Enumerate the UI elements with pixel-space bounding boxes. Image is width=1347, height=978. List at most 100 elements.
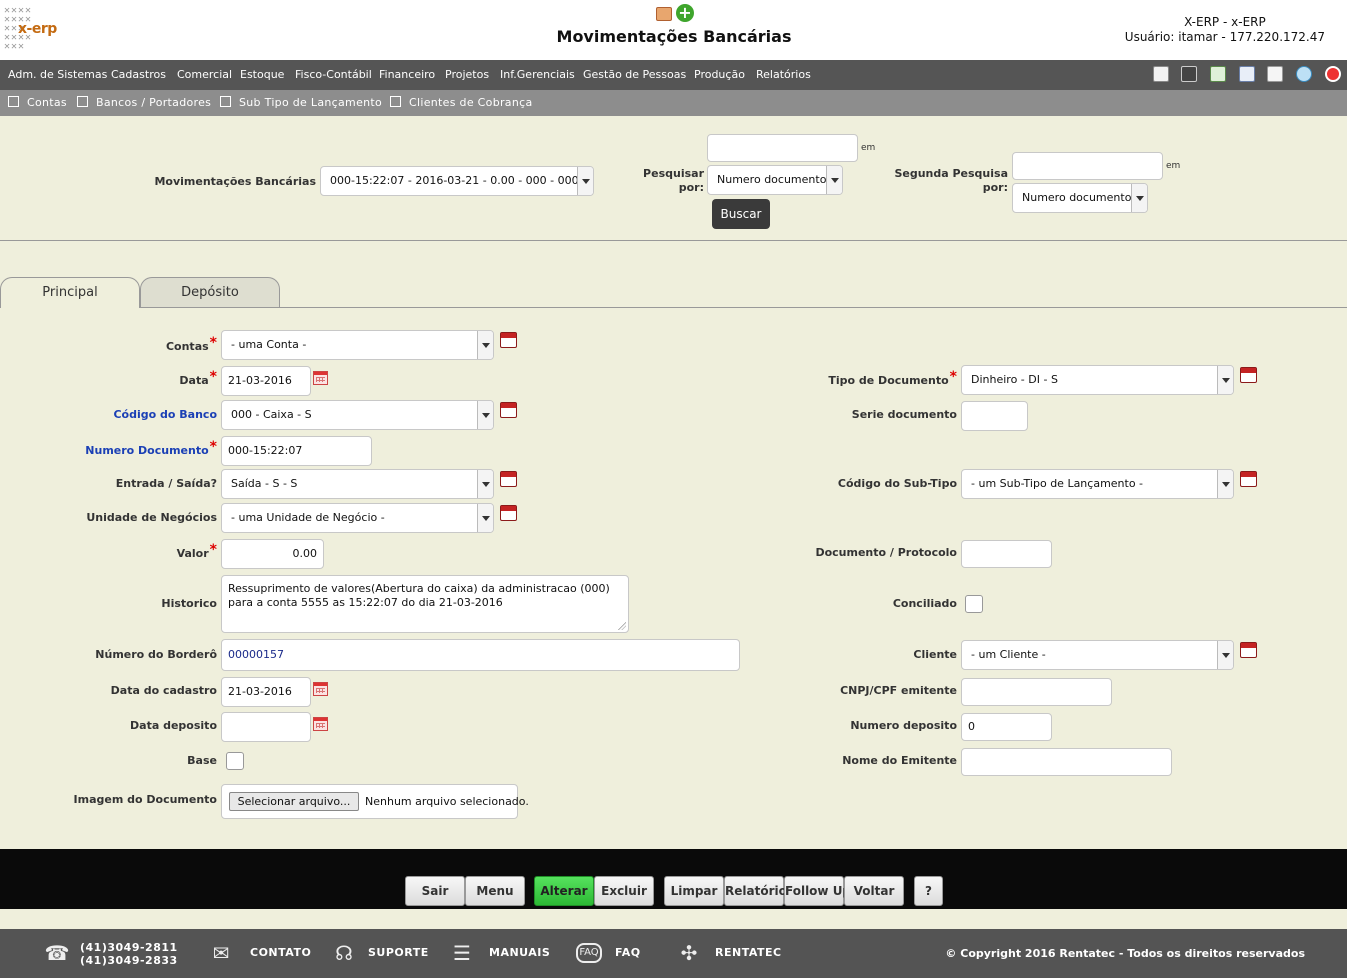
menu-button[interactable]: Menu — [465, 876, 525, 906]
documento-protocolo-input[interactable] — [961, 540, 1052, 568]
codigo-banco-value: 000 - Caixa - S — [231, 408, 312, 421]
document-icon — [390, 96, 401, 107]
conciliado-checkbox[interactable] — [965, 595, 983, 613]
date-picker-icon[interactable] — [313, 371, 328, 385]
numero-deposito-label: Numero deposito — [850, 719, 957, 732]
voltar-button[interactable]: Voltar — [844, 876, 904, 906]
help-button[interactable]: ? — [914, 876, 943, 906]
valor-label-text: Valor — [176, 547, 209, 560]
submenu-label: Bancos / Portadores — [96, 96, 212, 109]
menu-gestao-pessoas[interactable]: Gestão de Pessoas — [583, 68, 686, 81]
alterar-button[interactable]: Alterar — [534, 876, 594, 906]
codigo-banco-label[interactable]: Código do Banco — [60, 408, 217, 421]
logout-icon[interactable] — [1325, 66, 1341, 82]
presentation-icon[interactable] — [656, 7, 672, 21]
menu-adm-sistemas[interactable]: Adm. de Sistemas — [8, 68, 107, 81]
entrada-saida-select[interactable]: Saída - S - S — [221, 469, 494, 499]
numero-deposito-input[interactable]: 0 — [961, 713, 1052, 741]
user-name: Usuário: itamar - 177.220.172.47 — [1124, 30, 1325, 44]
search-by-select[interactable]: Numero documento — [707, 165, 843, 195]
spacer — [0, 909, 1347, 929]
data-cadastro-input[interactable]: 21-03-2016 — [221, 677, 311, 707]
menu-comercial[interactable]: Comercial — [177, 68, 232, 81]
tab-principal[interactable]: Principal — [0, 277, 140, 308]
resize-handle[interactable] — [618, 622, 626, 630]
unidade-negocios-select[interactable]: - uma Unidade de Negócio - — [221, 503, 494, 533]
relatorio-button[interactable]: Relatório — [724, 876, 787, 906]
numero-documento-input[interactable]: 000-15:22:07 — [221, 436, 372, 466]
footer-contato-link[interactable]: CONTATO — [250, 946, 311, 959]
cnpj-cpf-input[interactable] — [961, 678, 1112, 706]
date-picker-icon[interactable] — [313, 682, 328, 696]
search-button[interactable]: Buscar — [712, 199, 770, 229]
data-deposito-input[interactable] — [221, 712, 311, 742]
footer-manuais-link[interactable]: MANUAIS — [489, 946, 550, 959]
tab-baseline — [140, 307, 1347, 308]
submenu-sub-tipo-lancamento[interactable]: Sub Tipo de Lançamento — [220, 96, 382, 109]
date-picker-icon[interactable] — [313, 717, 328, 731]
faq-icon: FAQ — [576, 943, 602, 963]
excluir-button[interactable]: Excluir — [594, 876, 654, 906]
codigo-banco-select[interactable]: 000 - Caixa - S — [221, 400, 494, 430]
search-by-value: Numero documento — [717, 173, 827, 186]
menu-fisco-contabil[interactable]: Fisco-Contábil — [295, 68, 372, 81]
trash-icon[interactable] — [1210, 66, 1226, 82]
xerp-logo[interactable]: ✕✕✕✕ ✕✕✕✕ ✕✕✕ ✕✕✕✕ ✕✕✕ x-erp — [4, 6, 62, 54]
logo-text: x-erp — [18, 21, 57, 37]
valor-input[interactable]: 0.00 — [221, 539, 324, 569]
menu-projetos[interactable]: Projetos — [445, 68, 489, 81]
submenu-clientes-cobranca[interactable]: Clientes de Cobrança — [390, 96, 533, 109]
tipo-documento-select[interactable]: Dinheiro - DI - S — [961, 365, 1234, 395]
save-icon[interactable] — [1181, 66, 1197, 82]
calendar-icon[interactable] — [1240, 471, 1257, 487]
header: ✕✕✕✕ ✕✕✕✕ ✕✕✕ ✕✕✕✕ ✕✕✕ x-erp + Movimentações… — [0, 0, 1347, 60]
home-icon[interactable] — [1153, 66, 1169, 82]
select-file-button[interactable]: Selecionar arquivo... — [229, 792, 359, 811]
submenu-bancos-portadores[interactable]: Bancos / Portadores — [77, 96, 211, 109]
divider — [0, 240, 1347, 241]
calendar-icon[interactable] — [500, 505, 517, 521]
menu-estoque[interactable]: Estoque — [240, 68, 284, 81]
search-input[interactable] — [707, 134, 858, 162]
footer-faq-link[interactable]: FAQ — [615, 946, 641, 959]
second-search-input[interactable] — [1012, 152, 1163, 180]
numero-bordero-input[interactable]: 00000157 — [221, 639, 740, 671]
serie-documento-input[interactable] — [961, 401, 1028, 431]
submenu-contas[interactable]: Contas — [8, 96, 67, 109]
calendar-icon[interactable] — [500, 332, 517, 348]
footer-rentatec-link[interactable]: RENTATEC — [715, 946, 782, 959]
numero-documento-label[interactable]: Numero Documento* — [60, 439, 217, 458]
historico-textarea[interactable]: Ressuprimento de valores(Abertura do cai… — [221, 575, 629, 633]
second-search-by-select[interactable]: Numero documento — [1012, 183, 1148, 213]
record-select-value: 000-15:22:07 - 2016-03-21 - 0.00 - 000 -… — [330, 174, 594, 187]
second-search-label-line2: por: — [982, 181, 1008, 194]
menu-cadastros[interactable]: Cadastros — [111, 68, 166, 81]
calendar-icon[interactable] — [500, 402, 517, 418]
codigo-subtipo-select[interactable]: - um Sub-Tipo de Lançamento - — [961, 469, 1234, 499]
menu-inf-gerenciais[interactable]: Inf.Gerenciais — [500, 68, 575, 81]
follow-up-button[interactable]: Follow Up — [784, 876, 851, 906]
data-input[interactable]: 21-03-2016 — [221, 366, 311, 396]
menu-producao[interactable]: Produção — [694, 68, 745, 81]
edit-icon[interactable] — [1239, 66, 1255, 82]
nome-emitente-input[interactable] — [961, 748, 1172, 776]
calendar-icon[interactable] — [500, 471, 517, 487]
record-select[interactable]: 000-15:22:07 - 2016-03-21 - 0.00 - 000 -… — [320, 166, 594, 196]
codigo-subtipo-label: Código do Sub-Tipo — [837, 477, 957, 490]
cliente-select[interactable]: - um Cliente - — [961, 640, 1234, 670]
hand-icon[interactable] — [1296, 66, 1312, 82]
limpar-button[interactable]: Limpar — [664, 876, 724, 906]
data-label: Data* — [60, 369, 217, 388]
calendar-icon[interactable] — [1240, 642, 1257, 658]
contas-select[interactable]: - uma Conta - — [221, 330, 494, 360]
base-checkbox[interactable] — [226, 752, 244, 770]
add-icon[interactable]: + — [676, 4, 694, 22]
sair-button[interactable]: Sair — [405, 876, 465, 906]
calendar-icon[interactable] — [1240, 367, 1257, 383]
footer-suporte-link[interactable]: SUPORTE — [368, 946, 429, 959]
menu-relatorios[interactable]: Relatórios — [756, 68, 811, 81]
menu-financeiro[interactable]: Financeiro — [379, 68, 435, 81]
chevron-down-icon — [477, 401, 493, 429]
document-icon[interactable] — [1267, 66, 1283, 82]
tab-deposito[interactable]: Depósito — [140, 277, 280, 308]
